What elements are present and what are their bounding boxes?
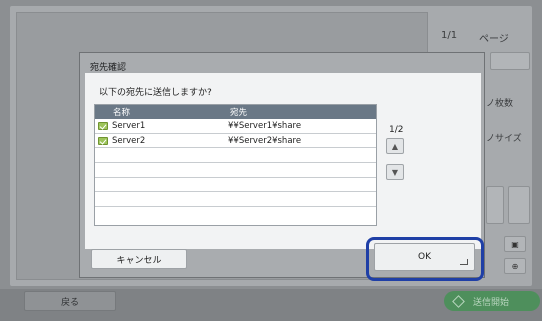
page-counter: 1/1 — [441, 30, 458, 41]
ok-label: OK — [418, 252, 431, 262]
scroll-down-button[interactable]: ▼ — [386, 164, 404, 180]
list-row-empty — [95, 192, 376, 208]
dialog-body: 以下の宛先に送信しますか? 名称 宛先 Server1 ¥¥Server1¥sh… — [85, 73, 481, 249]
scroll-up-button[interactable]: ▲ — [386, 138, 404, 154]
size-label: ノサイズ — [486, 134, 522, 144]
send-start-label: 送信開始 — [473, 297, 510, 308]
column-name: 名称 — [113, 108, 131, 118]
destination-confirm-dialog: 宛先確認 以下の宛先に送信しますか? 名称 宛先 Server1 ¥¥Serve… — [79, 52, 485, 281]
column-destination: 宛先 — [230, 108, 248, 118]
triangle-up-icon: ▲ — [391, 141, 399, 151]
list-row-empty — [95, 207, 376, 222]
scroll-right-button[interactable] — [508, 186, 530, 224]
row-name: Server2 — [112, 135, 146, 146]
cancel-button[interactable]: キャンセル — [91, 249, 187, 269]
enter-icon — [460, 259, 468, 265]
list-pager: 1/2 — [389, 125, 404, 135]
start-icon — [452, 294, 465, 308]
zoom-icon[interactable]: ⊕ — [504, 258, 526, 274]
list-row-empty — [95, 163, 376, 178]
copies-label: ノ枚数 — [486, 99, 514, 109]
back-button[interactable]: 戻る — [24, 291, 116, 311]
send-start-button[interactable]: 送信開始 — [444, 291, 540, 311]
scroll-left-button[interactable] — [486, 186, 504, 224]
list-row-empty — [95, 148, 376, 164]
list-row[interactable]: Server2 ¥¥Server2¥share — [95, 134, 376, 149]
row-name: Server1 — [112, 120, 146, 131]
check-icon — [98, 121, 108, 130]
list-header: 名称 宛先 — [95, 105, 376, 119]
list-row[interactable]: Server1 ¥¥Server1¥share — [95, 119, 376, 134]
list-row-empty — [95, 178, 376, 193]
dialog-title: 宛先確認 — [90, 63, 127, 73]
rotate-icon[interactable]: ▣ — [504, 236, 526, 252]
triangle-down-icon: ▼ — [391, 167, 399, 177]
row-destination: ¥¥Server1¥share — [228, 120, 302, 131]
page-next-button[interactable] — [490, 52, 530, 70]
row-destination: ¥¥Server2¥share — [228, 135, 302, 146]
ok-button[interactable]: OK — [374, 243, 475, 271]
destination-list: 名称 宛先 Server1 ¥¥Server1¥share Server2 ¥¥… — [94, 104, 377, 226]
page-unit-label: ページ — [479, 34, 509, 45]
confirm-question: 以下の宛先に送信しますか? — [99, 88, 212, 98]
check-icon — [98, 136, 108, 145]
